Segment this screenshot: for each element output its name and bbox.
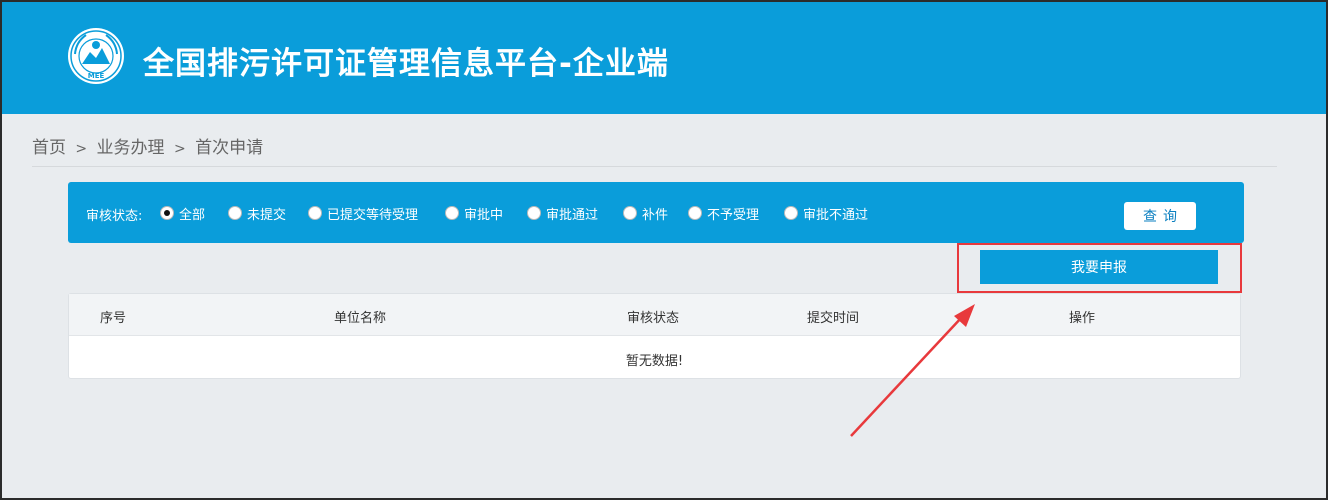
table-header: 序号 单位名称 审核状态 提交时间 操作 (69, 294, 1240, 336)
logo-text: MEE (88, 72, 105, 80)
filter-label: 审核状态: (86, 209, 143, 224)
radio-label: 审批通过 (546, 207, 599, 223)
radio-label: 补件 (642, 207, 669, 223)
radio-dot[interactable] (688, 206, 702, 220)
radio-dot[interactable] (527, 206, 541, 220)
column-header-index: 序号 (100, 311, 127, 326)
radio-all[interactable]: 全部 (160, 204, 206, 223)
breadcrumb: 首页 > 业务办理 > 首次申请 (32, 133, 263, 158)
breadcrumb-separator: > (173, 141, 186, 157)
column-header-status: 审核状态 (627, 311, 680, 326)
empty-message: 暂无数据! (625, 354, 684, 369)
radio-dot[interactable] (445, 206, 459, 220)
radio-dot[interactable] (623, 206, 637, 220)
radio-dot[interactable] (160, 206, 174, 220)
annotation-arrow-icon (850, 304, 975, 437)
radio-label: 审批中 (464, 207, 504, 223)
app-window: MEE 全国排污许可证管理信息平台-企业端 首页 > 业务办理 > 首次申请 审… (0, 0, 1328, 500)
breadcrumb-business[interactable]: 业务办理 (97, 138, 165, 158)
query-button[interactable]: 查询 (1124, 202, 1196, 230)
radio-label: 已提交等待受理 (327, 207, 419, 223)
column-header-company: 单位名称 (334, 311, 387, 326)
header-bar: MEE 全国排污许可证管理信息平台-企业端 (2, 2, 1326, 114)
radio-submitted-pending[interactable]: 已提交等待受理 (308, 204, 419, 223)
radio-not-accepted[interactable]: 不予受理 (688, 204, 760, 223)
radio-dot[interactable] (228, 206, 242, 220)
divider (32, 166, 1277, 167)
radio-supplement[interactable]: 补件 (623, 204, 669, 223)
breadcrumb-home[interactable]: 首页 (32, 138, 66, 158)
radio-label: 全部 (179, 207, 206, 223)
radio-rejected[interactable]: 审批不通过 (784, 204, 869, 223)
radio-approved[interactable]: 审批通过 (527, 204, 599, 223)
radio-dot[interactable] (784, 206, 798, 220)
radio-label: 不予受理 (707, 207, 760, 223)
radio-label: 未提交 (247, 207, 287, 223)
radio-not-submitted[interactable]: 未提交 (228, 204, 287, 223)
column-header-actions: 操作 (1069, 311, 1096, 326)
highlight-box (957, 243, 1242, 293)
radio-dot[interactable] (308, 206, 322, 220)
breadcrumb-separator: > (75, 141, 88, 157)
radio-label: 审批不通过 (803, 207, 869, 223)
results-table: 序号 单位名称 审核状态 提交时间 操作 暂无数据! (68, 293, 1241, 379)
filter-bar: 审核状态: 全部 未提交 已提交等待受理 审批中 审批通过 补件 不予受理 审批… (68, 182, 1244, 243)
mee-logo-icon: MEE (68, 28, 124, 84)
breadcrumb-current: 首次申请 (195, 138, 264, 158)
app-title: 全国排污许可证管理信息平台-企业端 (143, 46, 669, 82)
radio-under-review[interactable]: 审批中 (445, 204, 504, 223)
